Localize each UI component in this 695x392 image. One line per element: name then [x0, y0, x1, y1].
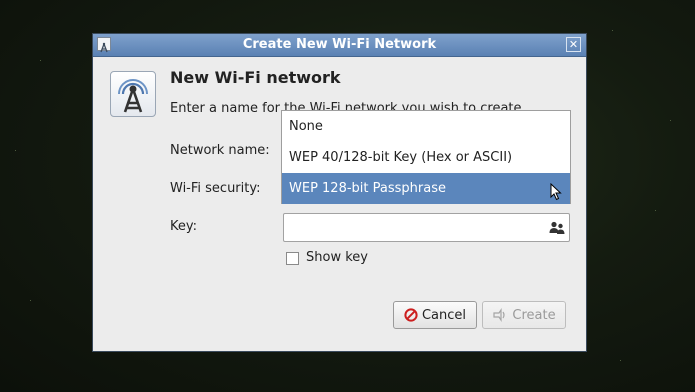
network-name-label: Network name: [170, 143, 270, 158]
dropdown-item-wep-40-128-key[interactable]: WEP 40/128-bit Key (Hex or ASCII) [282, 142, 570, 173]
create-network-icon [493, 308, 505, 322]
show-key-label[interactable]: Show key [306, 250, 368, 265]
mouse-cursor-icon [550, 183, 562, 201]
dropdown-item-none[interactable]: None [282, 111, 570, 142]
security-dropdown-menu[interactable]: None WEP 40/128-bit Key (Hex or ASCII) W… [281, 110, 571, 204]
window-title: Create New Wi-Fi Network [242, 37, 437, 52]
cancel-button-label: Cancel [421, 307, 467, 323]
close-button[interactable]: ✕ [566, 37, 581, 52]
dropdown-item-wep-128-passphrase[interactable]: WEP 128-bit Passphrase [282, 173, 570, 204]
dialog-heading: New Wi-Fi network [170, 68, 341, 87]
titlebar[interactable]: Create New Wi-Fi Network ✕ [93, 34, 586, 57]
wifi-tower-icon [110, 71, 156, 117]
key-label: Key: [170, 219, 198, 234]
key-input[interactable] [283, 213, 570, 242]
show-key-checkbox[interactable] [286, 252, 299, 265]
create-button[interactable]: Create [482, 301, 566, 329]
create-button-label: Create [512, 307, 556, 323]
close-icon: ✕ [568, 38, 579, 51]
cancel-icon [404, 308, 418, 322]
people-icon[interactable] [549, 221, 565, 235]
wifi-security-label: Wi-Fi security: [170, 181, 261, 196]
cancel-button[interactable]: Cancel [393, 301, 477, 329]
